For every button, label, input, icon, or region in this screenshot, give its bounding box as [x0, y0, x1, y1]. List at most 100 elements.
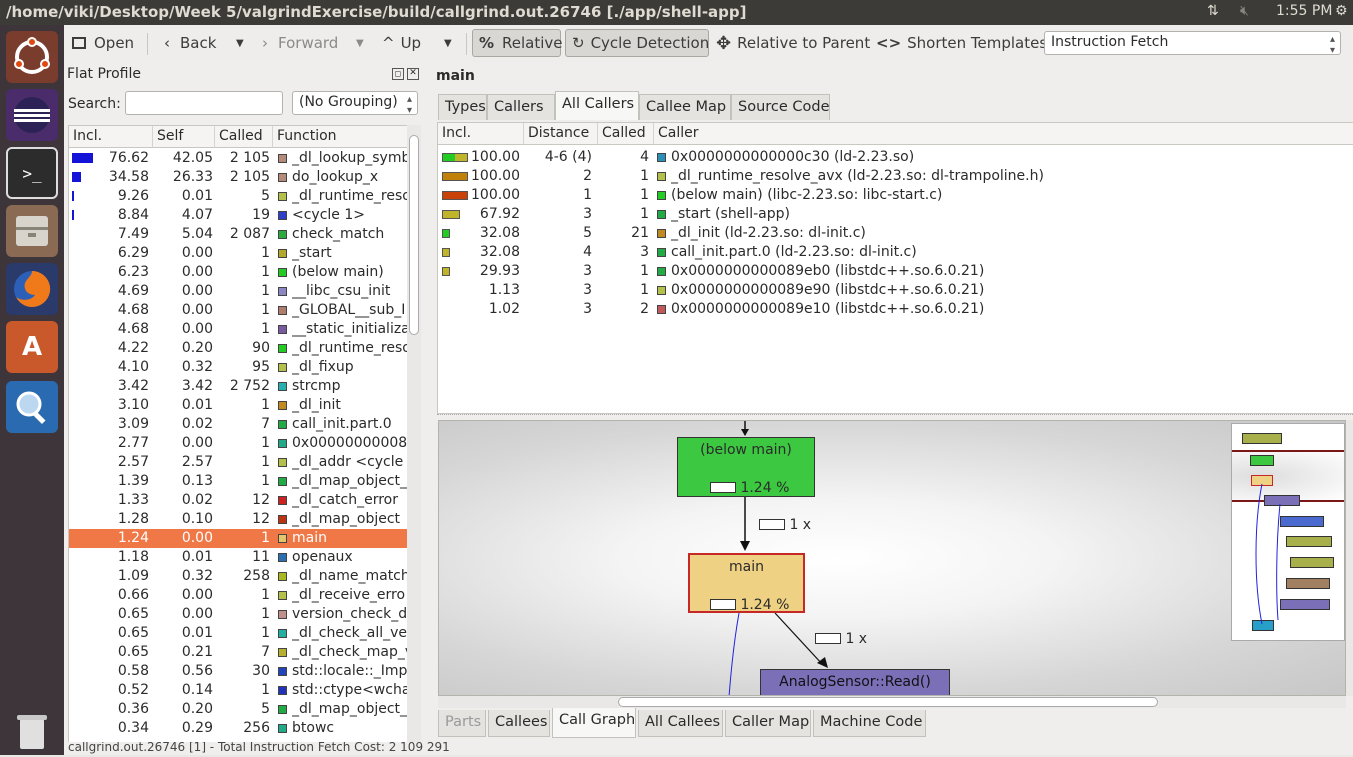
col-incl[interactable]: Incl.: [438, 123, 524, 145]
call-graph-minimap[interactable]: [1231, 423, 1345, 641]
terminal-icon[interactable]: >_: [6, 147, 58, 199]
tab-callees[interactable]: Callees: [488, 710, 550, 737]
table-row[interactable]: 1.39 0.13 1 _dl_map_object_: [69, 472, 408, 491]
software-center-icon[interactable]: A: [6, 321, 58, 373]
table-row[interactable]: 0.65 0.00 1 version_check_do: [69, 605, 408, 624]
call-graph-node[interactable]: (below main) 1.24 %: [677, 437, 815, 497]
clock[interactable]: 1:55 PM: [1276, 3, 1332, 19]
tab-callers[interactable]: Callers: [487, 94, 555, 120]
table-row[interactable]: 2.77 0.00 1 0x00000000008: [69, 434, 408, 453]
shorten-templates-toggle[interactable]: <> Shorten Templates: [876, 29, 1047, 57]
table-row[interactable]: 2.57 2.57 1 _dl_addr <cycle 1: [69, 453, 408, 472]
tab-types[interactable]: Types: [438, 94, 487, 120]
table-row[interactable]: 9.26 0.01 5 _dl_runtime_reso: [69, 187, 408, 206]
tab-caller-map[interactable]: Caller Map: [725, 710, 811, 737]
table-row[interactable]: 34.58 26.33 2 105 do_lookup_x: [69, 168, 408, 187]
relative-toggle[interactable]: % Relative: [472, 29, 563, 57]
table-row[interactable]: 4.68 0.00 1 _GLOBAL__sub_I: [69, 301, 408, 320]
back-button[interactable]: ‹ Back: [164, 29, 216, 57]
color-swatch: [278, 629, 287, 638]
tab-source-code[interactable]: Source Code: [731, 94, 830, 120]
table-row[interactable]: 100.00 4-6 (4) 4 0x0000000000000c30 (ld-2.2…: [438, 148, 1353, 167]
table-row[interactable]: 29.93 3 1 0x0000000000089eb0 (libstdc++.so.…: [438, 262, 1353, 281]
tab-parts[interactable]: Parts: [438, 710, 486, 737]
close-panel-icon[interactable]: ✕: [407, 68, 419, 80]
col-caller[interactable]: Caller: [654, 123, 1353, 145]
tab-callee-map[interactable]: Callee Map: [639, 94, 731, 120]
relative-to-parent-toggle[interactable]: ✥ Relative to Parent: [716, 29, 870, 57]
open-button[interactable]: Open: [72, 29, 134, 57]
table-row[interactable]: 6.23 0.00 1 (below main): [69, 263, 408, 282]
tab-all-callees[interactable]: All Callees: [638, 710, 723, 737]
table-row[interactable]: 1.02 3 2 0x0000000000089e10 (libstdc++.so.6…: [438, 300, 1353, 319]
power-icon[interactable]: ⚙: [1335, 3, 1348, 19]
col-function[interactable]: Function: [273, 126, 408, 148]
table-row[interactable]: 3.42 3.42 2 752 strcmp: [69, 377, 408, 396]
table-row[interactable]: 1.09 0.32 258 _dl_name_match: [69, 567, 408, 586]
table-row[interactable]: 4.69 0.00 1 __libc_csu_init: [69, 282, 408, 301]
table-row[interactable]: 32.08 5 21 _dl_init (ld-2.23.so: dl-init.c): [438, 224, 1353, 243]
back-dropdown-icon[interactable]: ▼: [236, 29, 244, 57]
table-row[interactable]: 1.18 0.01 11 openaux: [69, 548, 408, 567]
volume-muted-icon[interactable]: 🔇︎: [1240, 3, 1249, 19]
col-incl[interactable]: Incl.: [69, 126, 153, 148]
search-input[interactable]: [125, 91, 283, 115]
ubuntu-dash-icon[interactable]: [6, 31, 58, 83]
up-dropdown-icon[interactable]: ▼: [444, 29, 452, 57]
cycle-detection-toggle[interactable]: ↻ Cycle Detection: [565, 29, 709, 57]
table-row[interactable]: 0.58 0.56 30 std::locale::_Impl: [69, 662, 408, 681]
up-button[interactable]: ^ Up: [382, 29, 421, 57]
flat-profile-scrollbar[interactable]: [407, 125, 421, 743]
forward-dropdown-icon[interactable]: ▼: [356, 29, 364, 57]
table-row[interactable]: 4.22 0.20 90 _dl_runtime_reso: [69, 339, 408, 358]
call-graph-node-selected[interactable]: main 1.24 %: [688, 553, 805, 613]
col-distance[interactable]: Distance: [524, 123, 598, 145]
table-row[interactable]: 4.68 0.00 1 __static_initializa: [69, 320, 408, 339]
tab-all-callers[interactable]: All Callers: [555, 91, 639, 120]
firefox-icon[interactable]: [6, 263, 58, 315]
table-row[interactable]: 3.09 0.02 7 call_init.part.0: [69, 415, 408, 434]
table-row[interactable]: 67.92 3 1 _start (shell-app): [438, 205, 1353, 224]
splitter[interactable]: [437, 414, 1353, 417]
files-icon[interactable]: [6, 205, 58, 257]
table-row[interactable]: 1.28 0.10 12 _dl_map_object: [69, 510, 408, 529]
event-type-select[interactable]: Instruction Fetch ▴ ▾: [1044, 31, 1341, 56]
col-called[interactable]: Called: [215, 126, 273, 148]
color-swatch: [278, 572, 287, 581]
col-self[interactable]: Self: [153, 126, 215, 148]
table-row[interactable]: 0.65 0.21 7 _dl_check_map_v: [69, 643, 408, 662]
float-panel-icon[interactable]: ◻: [392, 68, 404, 80]
table-row[interactable]: 1.24 0.00 1 main: [69, 529, 408, 548]
col-called[interactable]: Called: [598, 123, 654, 145]
table-row[interactable]: 1.13 3 1 0x0000000000089e90 (libstdc++.so.6…: [438, 281, 1353, 300]
table-row[interactable]: 0.52 0.14 1 std::ctype<wchar: [69, 681, 408, 700]
color-swatch: [278, 344, 287, 353]
tab-machine-code[interactable]: Machine Code: [813, 710, 926, 737]
table-row[interactable]: 7.49 5.04 2 087 check_match: [69, 225, 408, 244]
table-row[interactable]: 8.84 4.07 19 <cycle 1>: [69, 206, 408, 225]
trash-icon[interactable]: [6, 705, 58, 757]
table-row[interactable]: 6.29 0.00 1 _start: [69, 244, 408, 263]
table-row[interactable]: 0.65 0.01 1 _dl_check_all_ve: [69, 624, 408, 643]
eclipse-icon[interactable]: [6, 89, 58, 141]
table-row[interactable]: 3.10 0.01 1 _dl_init: [69, 396, 408, 415]
table-row[interactable]: 4.10 0.32 95 _dl_fixup: [69, 358, 408, 377]
grouping-select[interactable]: (No Grouping) ▴ ▾: [292, 91, 418, 116]
call-graph-horizontal-scrollbar[interactable]: [438, 696, 1346, 708]
forward-button[interactable]: › Forward: [262, 29, 338, 57]
table-row[interactable]: 100.00 2 1 _dl_runtime_resolve_avx (ld-2.23…: [438, 167, 1353, 186]
network-icon[interactable]: ⇅: [1207, 3, 1219, 19]
table-row[interactable]: 32.08 4 3 call_init.part.0 (ld-2.23.so: dl-…: [438, 243, 1353, 262]
table-row[interactable]: 1.33 0.02 12 _dl_catch_error: [69, 491, 408, 510]
call-graph-canvas[interactable]: (below main) 1.24 % 1 x main 1.24 % 1 x …: [438, 420, 1346, 696]
table-row[interactable]: 100.00 1 1 (below main) (libc-2.23.so: libc…: [438, 186, 1353, 205]
table-row[interactable]: 0.34 0.29 256 btowc: [69, 719, 408, 738]
table-row[interactable]: 76.62 42.05 2 105 _dl_lookup_symb: [69, 149, 408, 168]
table-row[interactable]: 0.66 0.00 1 _dl_receive_erro: [69, 586, 408, 605]
table-row[interactable]: 0.36 0.20 5 _dl_map_object_: [69, 700, 408, 719]
kcachegrind-icon[interactable]: [6, 381, 58, 433]
tab-call-graph[interactable]: Call Graph: [552, 708, 636, 738]
call-graph-node[interactable]: AnalogSensor::Read(): [760, 669, 950, 695]
call-graph-vertical-scrollbar[interactable]: [1346, 420, 1353, 696]
color-swatch: [278, 705, 287, 714]
